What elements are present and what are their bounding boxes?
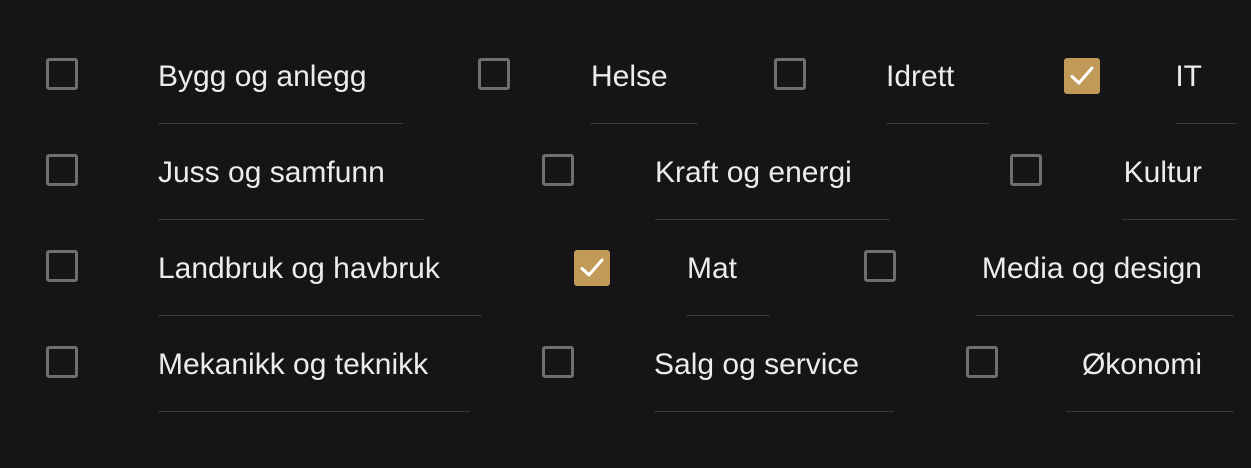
label-underline	[886, 123, 989, 124]
checkbox-kraft-og-energi[interactable]	[542, 154, 574, 186]
label-underline	[1176, 123, 1236, 124]
label-underline	[1066, 411, 1234, 412]
checkbox-mat[interactable]	[574, 250, 610, 286]
label-underline	[1122, 219, 1236, 220]
label-salg-og-service[interactable]: Salg og service	[654, 347, 859, 383]
label-okonomi[interactable]: Økonomi	[1082, 347, 1202, 383]
checkbox-kultur[interactable]	[1010, 154, 1042, 186]
checkbox-mekanikk-og-teknikk[interactable]	[46, 346, 78, 378]
label-underline	[654, 411, 894, 412]
label-bygg-og-anlegg[interactable]: Bygg og anlegg	[158, 59, 367, 95]
checkbox-landbruk-og-havbruk[interactable]	[46, 250, 78, 282]
checkbox-media-og-design[interactable]	[864, 250, 896, 282]
label-juss-og-samfunn[interactable]: Juss og samfunn	[158, 155, 385, 191]
label-underline	[976, 315, 1234, 316]
checkbox-juss-og-samfunn[interactable]	[46, 154, 78, 186]
category-checkbox-grid: Bygg og anlegg Helse Idrett IT Juss og samfu…	[0, 0, 1251, 468]
label-it[interactable]: IT	[1175, 59, 1202, 95]
checkbox-salg-og-service[interactable]	[542, 346, 574, 378]
checkbox-okonomi[interactable]	[966, 346, 998, 378]
label-underline	[158, 123, 403, 124]
label-helse[interactable]: Helse	[591, 59, 668, 95]
label-idrett[interactable]: Idrett	[886, 59, 954, 95]
label-landbruk-og-havbruk[interactable]: Landbruk og havbruk	[158, 251, 440, 287]
checkbox-it[interactable]	[1064, 58, 1100, 94]
label-underline	[158, 219, 424, 220]
label-mekanikk-og-teknikk[interactable]: Mekanikk og teknikk	[158, 347, 428, 383]
label-underline	[590, 123, 698, 124]
label-kultur[interactable]: Kultur	[1124, 155, 1202, 191]
label-media-og-design[interactable]: Media og design	[982, 251, 1202, 287]
checkbox-bygg-og-anlegg[interactable]	[46, 58, 78, 90]
label-underline	[158, 411, 470, 412]
checkbox-idrett[interactable]	[774, 58, 806, 90]
checkbox-helse[interactable]	[478, 58, 510, 90]
label-underline	[655, 219, 890, 220]
label-kraft-og-energi[interactable]: Kraft og energi	[655, 155, 852, 191]
label-underline	[158, 315, 482, 316]
label-mat[interactable]: Mat	[687, 251, 737, 287]
label-underline	[686, 315, 770, 316]
checkmark-icon	[1070, 66, 1094, 85]
checkmark-icon	[580, 258, 604, 277]
